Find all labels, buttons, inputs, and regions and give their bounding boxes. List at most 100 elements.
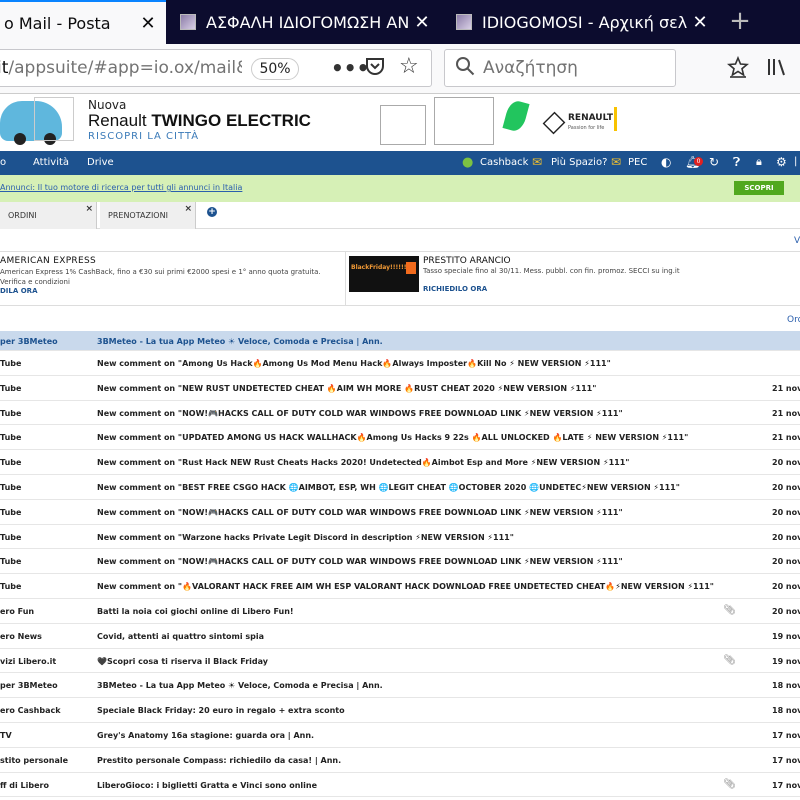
mail-sender: vizi Libero.it: [0, 656, 57, 666]
close-icon[interactable]: ×: [85, 204, 93, 214]
ad-card-title[interactable]: PRESTITO ARANCIO: [423, 256, 511, 266]
mail-row[interactable]: ero Cashback Speciale Black Friday: 20 eu…: [0, 698, 800, 723]
mail-list: per 3BMeteo 3BMeteo - La tua App Meteo ☀ …: [0, 331, 800, 798]
mail-row[interactable]: Tube New comment on "UPDATED AMONG US HAC…: [0, 425, 800, 451]
space-icon[interactable]: ✉: [532, 155, 542, 169]
browser-tab-idiogomosi[interactable]: IDIOGOMOSI - Αρχική σελίδα ✕: [444, 0, 718, 44]
mail-row[interactable]: vizi Libero.it 🖤Scopri cosa ti riserva il…: [0, 649, 800, 674]
renault-tagline: Passion for life: [568, 125, 605, 131]
mail-sender: stito personale: [0, 755, 69, 765]
mail-subject: New comment on "NOW!🎮HACKS CALL OF DUTY …: [97, 507, 623, 517]
mail-subject: Prestito personale Compass: richiedilo d…: [97, 755, 342, 765]
close-tab-icon[interactable]: ✕: [410, 12, 434, 33]
bookmark-star-icon[interactable]: ☆: [399, 54, 419, 79]
notification-badge: 0: [694, 157, 703, 166]
save-to-pocket-icon[interactable]: [726, 55, 750, 83]
mail-row[interactable]: ero News Covid, attenti ai quattro sintom…: [0, 624, 800, 649]
browser-tab-mail[interactable]: o Mail - Posta ✕: [0, 0, 166, 44]
favicon-icon: [180, 14, 196, 30]
mail-row[interactable]: ero Fun Batti la noia coi giochi online d…: [0, 599, 800, 624]
mail-row[interactable]: Tube New comment on "NEW RUST UNDETECTED …: [0, 376, 800, 401]
mail-row[interactable]: Tube New comment on "Among Us Hack🔥Among …: [0, 351, 800, 376]
sort-link[interactable]: Ord: [787, 315, 800, 325]
mail-row[interactable]: Tube New comment on "🔥VALORANT HACK FREE …: [0, 574, 800, 599]
mail-subject: New comment on "Among Us Hack🔥Among Us M…: [97, 359, 611, 368]
mail-date: 17 nov: [772, 755, 800, 765]
mail-subject: New comment on "NEW RUST UNDETECTED CHEA…: [97, 383, 597, 393]
sub-tab-bar: ORDINI × PRENOTAZIONI ×: [0, 202, 800, 229]
ad-thumbnail[interactable]: BlackFriday!!!!!!!: [349, 256, 419, 292]
close-tab-icon[interactable]: ✕: [136, 13, 160, 34]
mail-sender: Tube: [0, 482, 22, 492]
mail-sender: Tube: [0, 408, 22, 418]
discover-button[interactable]: SCOPRI: [734, 181, 784, 195]
mail-row[interactable]: per 3BMeteo 3BMeteo - La tua App Meteo ☀ …: [0, 331, 800, 351]
pocket-icon[interactable]: [365, 56, 385, 81]
search-input[interactable]: Αναζήτηση: [444, 49, 676, 87]
more-space-link[interactable]: Più Spazio?: [551, 157, 607, 168]
tab-ordini[interactable]: ORDINI ×: [0, 202, 97, 229]
contrast-icon[interactable]: ◐: [661, 155, 671, 169]
mail-date: 20 nov: [772, 606, 800, 616]
renault-logo-icon: [542, 111, 566, 135]
ad-card-title[interactable]: AMERICAN EXPRESS: [0, 256, 96, 266]
tab-label: ORDINI: [8, 211, 37, 220]
promo-link[interactable]: Annunci: Il tuo motore di ricerca per tu…: [0, 183, 242, 192]
menu-item-posta[interactable]: o: [0, 157, 6, 168]
mail-row[interactable]: Tube New comment on "NOW!🎮HACKS CALL OF D…: [0, 549, 800, 575]
new-tab-button[interactable]: +: [722, 0, 758, 44]
lock-icon[interactable]: 🔒︎: [756, 155, 762, 169]
mail-sender: ero News: [0, 631, 42, 641]
mail-subject: Batti la noia coi giochi online di Liber…: [97, 606, 294, 616]
mail-sender: ero Fun: [0, 606, 35, 616]
mail-subject: 3BMeteo - La tua App Meteo ☀ Veloce, Com…: [97, 681, 383, 691]
close-icon[interactable]: ×: [184, 204, 192, 214]
cashback-icon[interactable]: ●: [462, 155, 473, 170]
mail-row[interactable]: Tube New comment on "Warzone hacks Privat…: [0, 525, 800, 550]
browser-tab-asfali[interactable]: ΑΣΦΑΛΗ ΙΔΙΟΓΟΜΩΣΗ ΑΝΩΤ ✕: [168, 0, 440, 44]
mail-subject: Covid, attenti ai quattro sintomi spia: [97, 631, 265, 641]
more-actions-icon[interactable]: •••: [331, 56, 369, 80]
mail-row[interactable]: Tube New comment on "BEST FREE CSGO HACK …: [0, 475, 800, 500]
library-icon[interactable]: [766, 56, 788, 83]
mail-row[interactable]: stito personale Prestito personale Compas…: [0, 748, 800, 773]
ad-card-link[interactable]: DILA ORA: [0, 287, 38, 295]
mail-row[interactable]: Tube New comment on "Rust Hack NEW Rust C…: [0, 450, 800, 475]
mail-row[interactable]: per 3BMeteo 3BMeteo - La tua App Meteo ☀ …: [0, 673, 800, 699]
mail-row[interactable]: Tube New comment on "NOW!🎮HACKS CALL OF D…: [0, 401, 800, 426]
refresh-icon[interactable]: ↻: [709, 155, 719, 169]
mail-date: 18 nov: [772, 706, 800, 716]
mail-date: 20 nov: [772, 557, 800, 567]
mail-row[interactable]: ff di Libero LiberoGioco: i biglietti Gra…: [0, 773, 800, 798]
mail-sender: ero Cashback: [0, 706, 61, 716]
view-link[interactable]: V: [794, 236, 800, 246]
menu-item-attivita[interactable]: Attività: [33, 157, 69, 168]
close-tab-icon[interactable]: ✕: [688, 12, 712, 33]
ad-banner[interactable]: Nuova Renault TWINGO ELECTRIC RISCOPRI L…: [0, 95, 800, 151]
thumb-text: BlackFriday!!!!!!!: [351, 264, 410, 271]
separator: |: [794, 156, 798, 167]
url-bar[interactable]: it/appsuite/#app=io.ox/mail&fo 50% ••• ☆: [0, 49, 432, 87]
add-tab-button[interactable]: +: [207, 207, 217, 217]
mail-date: 20 nov: [772, 582, 800, 592]
ad-card-link[interactable]: RICHIEDILO ORA: [423, 285, 487, 293]
mail-date: 21 nov: [772, 408, 800, 418]
mail-sender: per 3BMeteo: [0, 337, 58, 346]
mail-row[interactable]: TV Grey's Anatomy 16a stagione: guarda or…: [0, 723, 800, 748]
cashback-link[interactable]: Cashback: [480, 157, 528, 168]
menu-item-drive[interactable]: Drive: [87, 157, 114, 168]
mail-row[interactable]: Tube New comment on "NOW!🎮HACKS CALL OF D…: [0, 500, 800, 525]
renault-logo-text: RENAULT: [568, 113, 613, 123]
mail-subject: New comment on "Rust Hack NEW Rust Cheat…: [97, 458, 630, 468]
help-icon[interactable]: ❓︎: [733, 155, 740, 170]
gear-icon[interactable]: ⚙: [776, 155, 787, 169]
ad-line3: RISCOPRI LA CITTÀ: [88, 131, 200, 142]
zoom-level-button[interactable]: 50%: [251, 58, 299, 80]
pec-link[interactable]: PEC: [628, 157, 647, 168]
pec-icon[interactable]: ✉: [611, 155, 621, 169]
mail-date: 20 nov: [772, 532, 800, 542]
tab-prenotazioni[interactable]: PRENOTAZIONI ×: [100, 202, 196, 229]
url-text: it/appsuite/#app=io.ox/mail&fo: [0, 58, 242, 78]
tab-label: PRENOTAZIONI: [108, 211, 168, 220]
url-path: /appsuite/#app=io.ox/mail&fo: [8, 58, 242, 78]
